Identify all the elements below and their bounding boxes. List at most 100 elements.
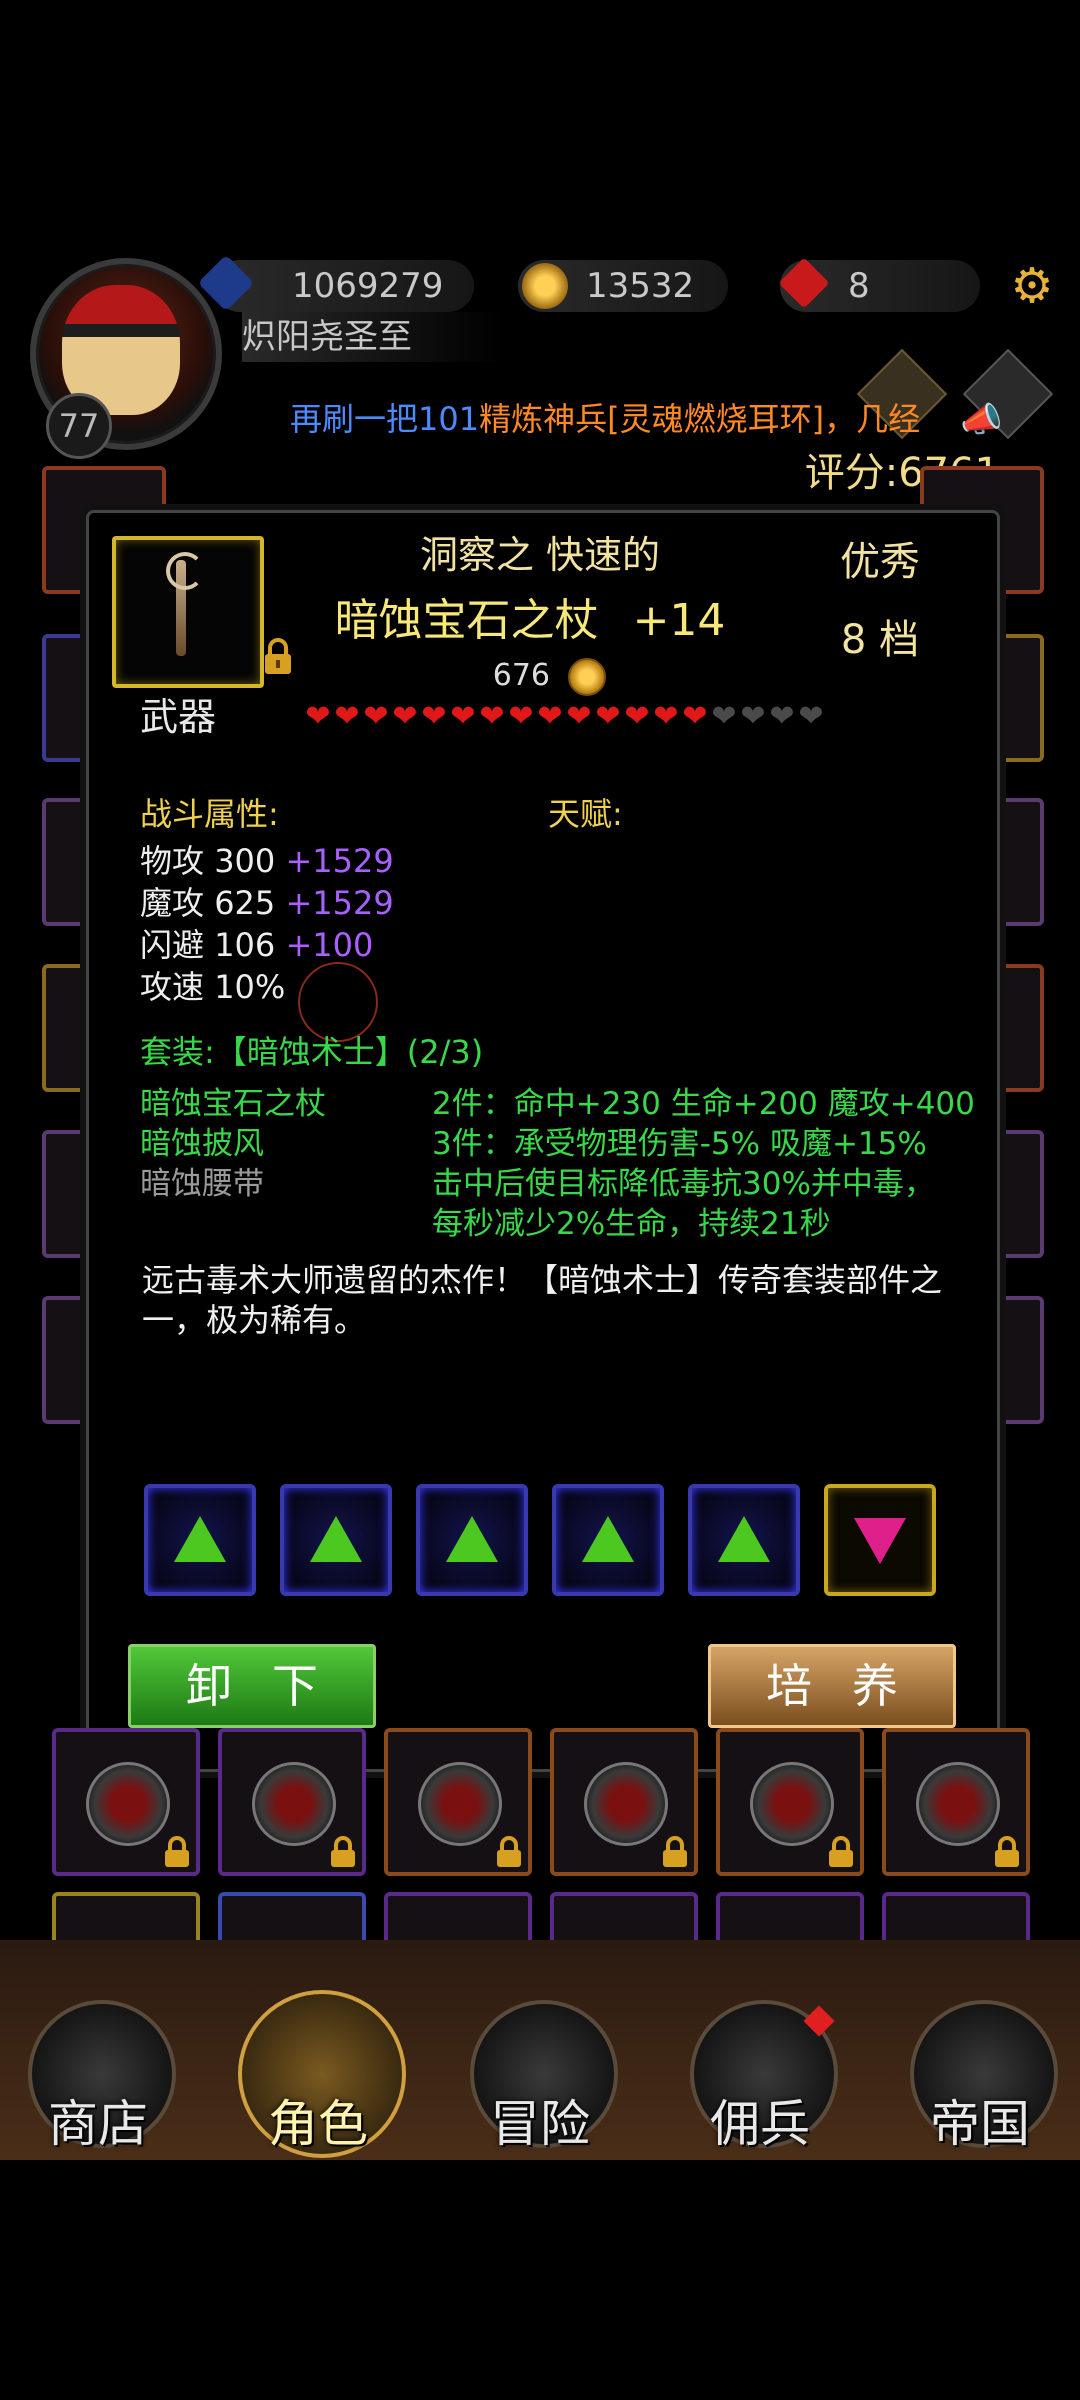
inventory-slot[interactable] [882,1728,1030,1876]
heart-icon: ❤ [682,699,708,734]
resource-gold: 13532 [518,260,728,312]
resource-gem: 8 [778,257,980,312]
train-button[interactable]: 培养 [708,1644,956,1728]
heart-icon: ❤ [508,699,534,734]
crystal-value: 1069279 [292,266,444,306]
heart-icon: ❤ [479,699,505,734]
item-title: 暗蚀宝石之杖 +14 [300,590,760,652]
lock-icon [995,1836,1019,1867]
heart-icon: ❤ [537,699,563,734]
gear-icon[interactable]: ⚙ [1008,262,1056,310]
nav-shop-label[interactable]: 商店 [18,2094,178,2154]
item-enhance-level: +14 [632,595,726,646]
stat-base: 106 [214,926,276,964]
gem-socket[interactable] [144,1484,256,1596]
lock-icon [497,1836,521,1867]
heart-icon: ❤ [421,699,447,734]
stat-name: 攻速 [140,968,205,1006]
gem-socket[interactable] [688,1484,800,1596]
heart-icon: ❤ [624,699,650,734]
inventory-slot[interactable] [218,1728,366,1876]
lock-icon [165,1836,189,1867]
item-quality: 优秀 [840,539,920,585]
stat-row: 魔攻 625 +1529 [140,882,540,924]
red-gem-icon [778,257,830,309]
emblem-icon [750,1762,834,1846]
set-bonus: 击中后使目标降低毒抗30%并中毒， [432,1166,935,1202]
set-piece: 暗蚀宝石之杖 [140,1086,326,1122]
heart-icon: ❤ [450,699,476,734]
set-piece: 暗蚀腰带 [140,1166,264,1202]
emblem-icon [584,1762,668,1846]
set-bonus: 每秒减少2%生命，持续21秒 [432,1206,831,1242]
inventory-slot[interactable] [716,1728,864,1876]
emblem-icon [252,1762,336,1846]
stat-base: 625 [214,884,276,922]
combat-attributes-label: 战斗属性: [140,795,279,833]
marquee-text-2: 101 [418,400,480,438]
item-description: 远古毒术大师遗留的杰作！【暗蚀术士】传奇套装部件之一，极为稀有。 [142,1261,943,1339]
heart-icon: ❤ [711,699,737,734]
resource-crystal: 1069279 [197,254,474,312]
inventory-slot[interactable] [52,1728,200,1876]
staff-crescent-icon [166,552,204,590]
stat-base: 10% [214,968,286,1006]
nav-empire-label[interactable]: 帝国 [900,2094,1060,2154]
gem-value: 8 [848,266,870,306]
megaphone-icon[interactable]: 📣 [960,400,1002,440]
green-gem-icon [446,1516,498,1562]
inventory-slot[interactable] [384,1728,532,1876]
heart-icon: ❤ [769,699,795,734]
heart-icon: ❤ [363,699,389,734]
item-name: 暗蚀宝石之杖 [334,595,599,646]
stat-name: 物攻 [140,842,205,880]
announcement-marquee: 再刷一把101精炼神兵[灵魂燃烧耳环]，几经 [290,394,960,444]
green-gem-icon [582,1516,634,1562]
gem-socket[interactable] [552,1484,664,1596]
gem-socket[interactable] [280,1484,392,1596]
set-bonus: 2件：命中+230 生命+200 魔攻+400 [432,1086,975,1122]
heart-icon: ❤ [798,699,824,734]
heart-icon: ❤ [595,699,621,734]
lock-icon [663,1836,687,1867]
player-name: 炽阳尧圣至 [242,312,502,362]
inventory-slot[interactable] [550,1728,698,1876]
nav-adventure-label[interactable]: 冒险 [460,2094,620,2154]
green-gem-icon [310,1516,362,1562]
item-type: 武器 [140,695,217,739]
gem-socket[interactable] [824,1484,936,1596]
set-title: 套装:【暗蚀术士】(2/3) [140,1033,484,1071]
marquee-text-3: 精炼神兵[灵魂燃烧耳环]，几经 [479,400,921,438]
lock-icon [331,1836,355,1867]
talent-label: 天赋: [548,795,623,833]
nav-mercenary-label[interactable]: 佣兵 [680,2094,840,2154]
heart-icon: ❤ [566,699,592,734]
pink-gem-icon [854,1518,906,1564]
item-price: 676 [492,658,550,693]
stat-bonus: +1529 [285,884,394,922]
heart-icon: ❤ [740,699,766,734]
stat-name: 闪避 [140,926,205,964]
emblem-icon [86,1762,170,1846]
item-affix: 洞察之 快速的 [419,533,661,577]
nav-character-label[interactable]: 角色 [238,2094,398,2154]
heart-icon: ❤ [653,699,679,734]
lock-icon[interactable] [262,638,294,676]
marquee-text-1: 再刷一把 [290,400,419,438]
stat-bonus: +100 [285,926,374,964]
emblem-icon [418,1762,502,1846]
stat-row: 闪避 106 +100 [140,924,540,966]
stat-base: 300 [214,842,276,880]
stat-bonus: +1529 [285,842,394,880]
stat-name: 魔攻 [140,884,205,922]
gem-socket[interactable] [416,1484,528,1596]
gold-coin-icon [522,263,568,309]
unequip-button[interactable]: 卸下 [128,1644,376,1728]
set-piece: 暗蚀披风 [140,1126,264,1162]
level-badge: 77 [46,393,112,459]
enhance-hearts: ❤ ❤ ❤ ❤ ❤ ❤ ❤ ❤ ❤ ❤ ❤ ❤ ❤ ❤ ❤ ❤ ❤ ❤ [304,700,844,736]
stat-row: 物攻 300 +1529 [140,840,540,882]
set-bonus: 3件：承受物理伤害-5% 吸魔+15% [432,1126,927,1162]
heart-icon: ❤ [305,699,331,734]
heart-icon: ❤ [392,699,418,734]
